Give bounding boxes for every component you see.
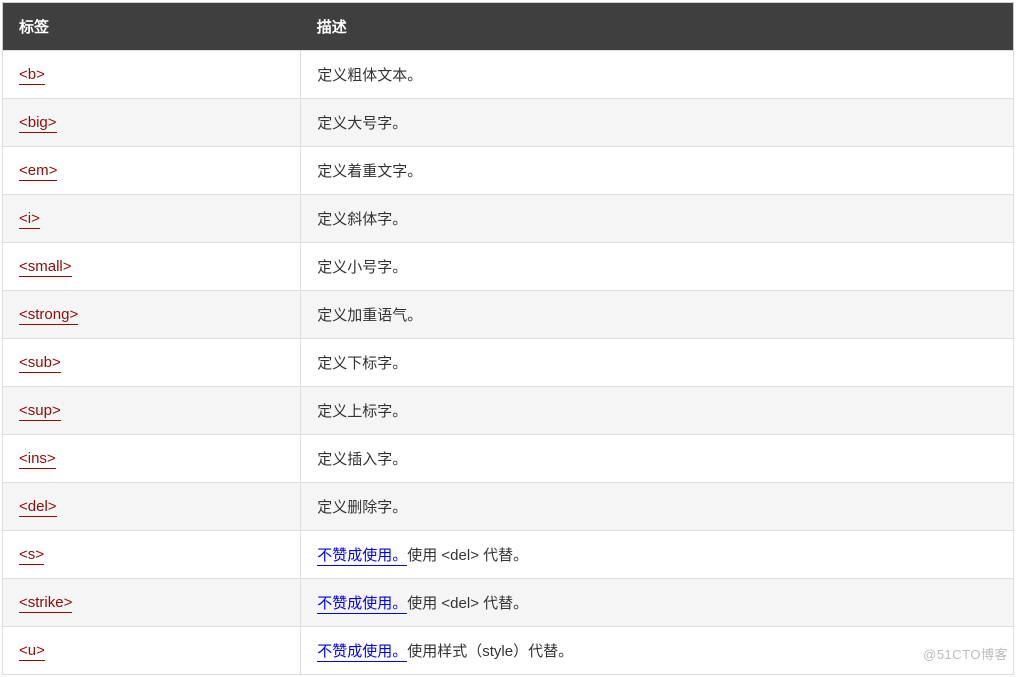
description-text: 定义加重语气。	[317, 307, 422, 324]
description-text: 定义斜体字。	[317, 211, 407, 228]
tag-link[interactable]: <strong>	[19, 306, 78, 325]
table-row: <sub> 定义下标字。	[3, 339, 1014, 387]
tag-link[interactable]: <ins>	[19, 450, 56, 469]
description-text: 使用 <del> 代替。	[407, 595, 528, 612]
tag-cell: <small>	[3, 243, 301, 291]
description-cell: 不赞成使用。使用样式（style）代替。	[301, 627, 1014, 675]
description-cell: 定义着重文字。	[301, 147, 1014, 195]
tag-cell: <s>	[3, 531, 301, 579]
deprecated-link[interactable]: 不赞成使用。	[317, 547, 407, 566]
deprecated-link[interactable]: 不赞成使用。	[317, 595, 407, 614]
tag-cell: <b>	[3, 51, 301, 99]
tag-cell: <em>	[3, 147, 301, 195]
table-row: <u> 不赞成使用。使用样式（style）代替。	[3, 627, 1014, 675]
table-row: <sup> 定义上标字。	[3, 387, 1014, 435]
table-row: <strong> 定义加重语气。	[3, 291, 1014, 339]
description-text: 使用样式（style）代替。	[407, 643, 573, 660]
tag-link[interactable]: <s>	[19, 546, 44, 565]
html-tags-table: 标签 描述 <b> 定义粗体文本。 <big> 定义大号字。 <em> 定义着重文字。 <i…	[2, 2, 1014, 675]
tag-cell: <strike>	[3, 579, 301, 627]
table-row: <strike> 不赞成使用。使用 <del> 代替。	[3, 579, 1014, 627]
description-cell: 定义加重语气。	[301, 291, 1014, 339]
tag-cell: <sub>	[3, 339, 301, 387]
description-text: 定义粗体文本。	[317, 67, 422, 84]
table-row: <s> 不赞成使用。使用 <del> 代替。	[3, 531, 1014, 579]
tag-link[interactable]: <sub>	[19, 354, 61, 373]
tag-link[interactable]: <sup>	[19, 402, 61, 421]
table-row: <i> 定义斜体字。	[3, 195, 1014, 243]
tag-cell: <u>	[3, 627, 301, 675]
description-text: 定义插入字。	[317, 451, 407, 468]
tag-cell: <ins>	[3, 435, 301, 483]
header-tag: 标签	[3, 3, 301, 51]
tag-link[interactable]: <del>	[19, 498, 57, 517]
table-row: <ins> 定义插入字。	[3, 435, 1014, 483]
deprecated-link[interactable]: 不赞成使用。	[317, 643, 407, 662]
description-text: 定义小号字。	[317, 259, 407, 276]
tag-cell: <del>	[3, 483, 301, 531]
description-cell: 不赞成使用。使用 <del> 代替。	[301, 579, 1014, 627]
table-row: <em> 定义着重文字。	[3, 147, 1014, 195]
header-description: 描述	[301, 3, 1014, 51]
tag-cell: <big>	[3, 99, 301, 147]
tag-link[interactable]: <b>	[19, 66, 45, 85]
description-cell: 定义插入字。	[301, 435, 1014, 483]
tag-link[interactable]: <big>	[19, 114, 57, 133]
table-row: <small> 定义小号字。	[3, 243, 1014, 291]
table-header-row: 标签 描述	[3, 3, 1014, 51]
tag-cell: <strong>	[3, 291, 301, 339]
tag-link[interactable]: <small>	[19, 258, 72, 277]
description-text: 定义上标字。	[317, 403, 407, 420]
tag-cell: <sup>	[3, 387, 301, 435]
description-text: 定义删除字。	[317, 499, 407, 516]
description-cell: 定义大号字。	[301, 99, 1014, 147]
description-text: 使用 <del> 代替。	[407, 547, 528, 564]
description-cell: 定义下标字。	[301, 339, 1014, 387]
table-row: <big> 定义大号字。	[3, 99, 1014, 147]
tag-link[interactable]: <em>	[19, 162, 57, 181]
description-text: 定义着重文字。	[317, 163, 422, 180]
description-cell: 定义粗体文本。	[301, 51, 1014, 99]
tag-link[interactable]: <strike>	[19, 594, 72, 613]
table-row: <b> 定义粗体文本。	[3, 51, 1014, 99]
description-text: 定义大号字。	[317, 115, 407, 132]
description-cell: 不赞成使用。使用 <del> 代替。	[301, 531, 1014, 579]
description-cell: 定义小号字。	[301, 243, 1014, 291]
table-row: <del> 定义删除字。	[3, 483, 1014, 531]
tag-link[interactable]: <u>	[19, 642, 45, 661]
description-cell: 定义上标字。	[301, 387, 1014, 435]
tag-cell: <i>	[3, 195, 301, 243]
description-cell: 定义斜体字。	[301, 195, 1014, 243]
description-cell: 定义删除字。	[301, 483, 1014, 531]
tag-link[interactable]: <i>	[19, 210, 40, 229]
description-text: 定义下标字。	[317, 355, 407, 372]
